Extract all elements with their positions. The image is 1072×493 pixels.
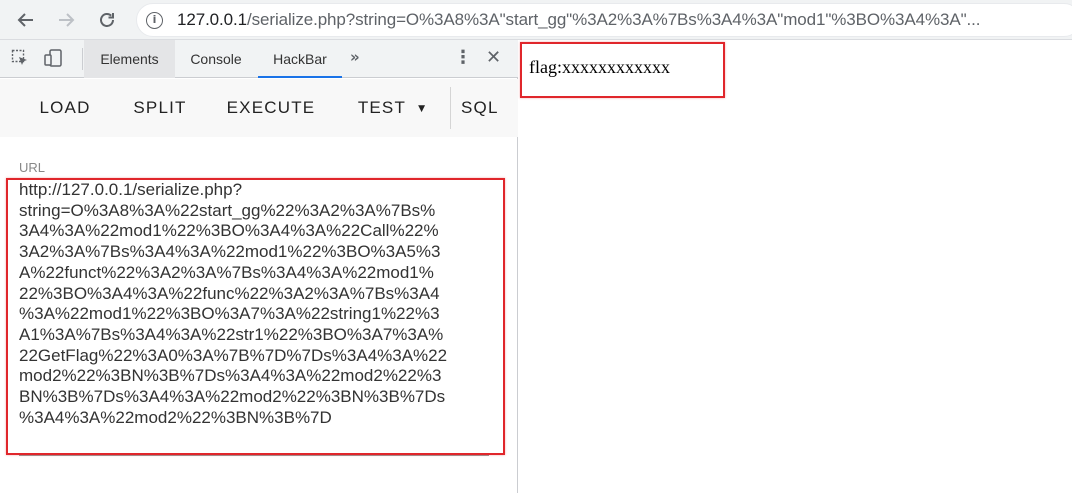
page-content [519, 40, 1072, 493]
test-dropdown[interactable]: TEST ▼ [345, 79, 439, 137]
tab-console[interactable]: Console [176, 40, 256, 78]
url-field-underline [19, 455, 489, 456]
url-host: 127.0.0.1 [177, 10, 247, 29]
device-toolbar-icon[interactable] [44, 49, 64, 71]
back-arrow-icon[interactable] [13, 7, 39, 33]
url-highlight-box [6, 178, 505, 455]
tab-elements[interactable]: Elements [84, 40, 175, 78]
url-path: /serialize.php?string=O%3A8%3A"start_gg"… [247, 10, 981, 29]
sql-dropdown[interactable]: SQL [461, 79, 521, 137]
devtools-tabbar: Elements Console HackBar » ⋮ ✕ [0, 40, 518, 78]
browser-toolbar: i 127.0.0.1/serialize.php?string=O%3A8%3… [0, 0, 1072, 40]
tab-hackbar[interactable]: HackBar [258, 40, 342, 78]
split-button[interactable]: SPLIT [117, 79, 203, 137]
kebab-menu-icon[interactable]: ⋮ [454, 47, 472, 68]
forward-arrow-icon[interactable] [53, 7, 79, 33]
test-dropdown-label: TEST [357, 98, 407, 117]
url-field-label: URL [19, 160, 46, 175]
info-icon[interactable]: i [146, 12, 163, 29]
inspect-element-icon[interactable] [11, 49, 29, 71]
load-button[interactable]: LOAD [22, 79, 108, 137]
toolbar-divider [82, 48, 83, 70]
address-bar[interactable]: i 127.0.0.1/serialize.php?string=O%3A8%3… [136, 3, 1072, 37]
reload-icon[interactable] [94, 7, 120, 33]
address-bar-url[interactable]: 127.0.0.1/serialize.php?string=O%3A8%3A"… [177, 10, 1057, 30]
more-tabs-icon[interactable]: » [350, 48, 360, 66]
close-icon[interactable]: ✕ [486, 47, 501, 68]
caret-down-icon: ▼ [418, 103, 427, 114]
hackbar-menu: LOAD SPLIT EXECUTE TEST ▼ SQL [0, 79, 518, 137]
flag-highlight-box [520, 42, 725, 98]
execute-button[interactable]: EXECUTE [217, 79, 325, 137]
menu-divider [450, 87, 451, 129]
